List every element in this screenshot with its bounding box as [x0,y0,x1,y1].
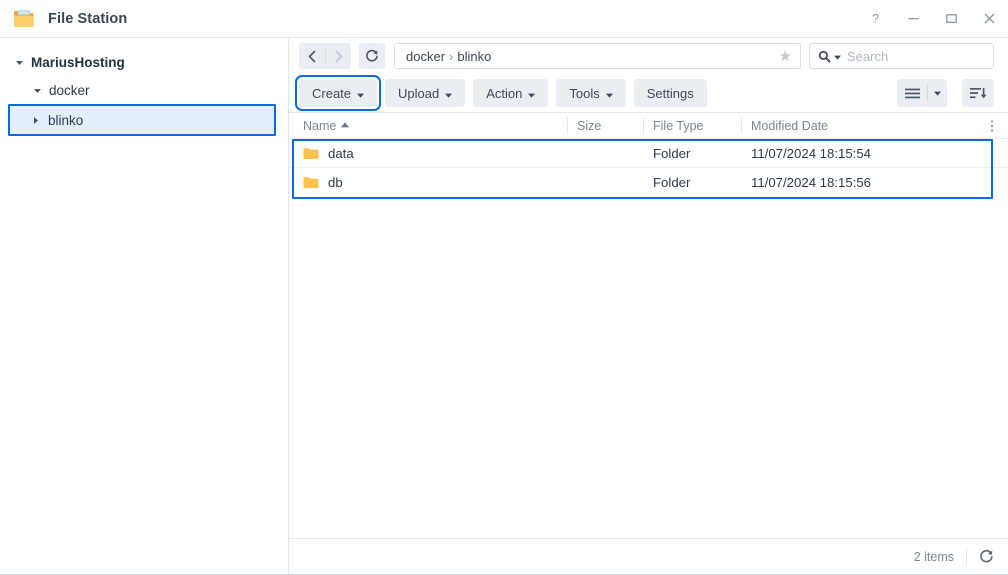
breadcrumb-separator: › [449,48,454,64]
settings-button[interactable]: Settings [633,79,707,107]
item-count-label: 2 items [913,549,954,564]
status-refresh-icon[interactable] [979,549,994,564]
row-file-type-cell: Folder [653,145,691,161]
title-bar: File Station ? [0,0,1008,38]
folder-icon [303,176,319,189]
column-header-file-type[interactable]: File Type [643,113,741,138]
row-size-cell [567,168,643,197]
window-controls: ? [856,0,1008,37]
row-modified-date-cell: 11/07/2024 18:15:56 [751,175,872,190]
action-button[interactable]: Action [473,79,549,107]
tools-button-label: Tools [569,85,600,101]
back-button[interactable] [299,43,325,69]
sort-descending-icon[interactable] [962,79,994,107]
file-list: Name Size File Type Modified Date data F… [289,112,1008,538]
row-modified-date-cell: 11/07/2024 18:15:54 [751,145,872,161]
main-panel: docker › blinko ★ Search Create Upload A… [289,38,1008,574]
breadcrumb-part-blinko[interactable]: blinko [457,49,491,64]
close-button[interactable] [970,0,1008,38]
svg-text:?: ? [872,12,879,25]
action-button-label: Action [486,85,523,101]
chevron-down-icon[interactable] [30,86,44,95]
breadcrumb-path-bar[interactable]: docker › blinko ★ [394,43,801,69]
tools-button[interactable]: Tools [556,79,626,107]
row-name-cell: data [303,139,567,167]
favorite-star-icon[interactable]: ★ [771,49,792,64]
magnifier-icon[interactable] [818,50,831,63]
sort-ascending-icon [341,121,350,130]
settings-button-label: Settings [646,85,694,101]
forward-button [325,43,351,69]
column-header-file-type-label: File Type [653,118,704,133]
navigation-toolbar: docker › blinko ★ Search [289,38,1008,74]
action-toolbar: Create Upload Action Tools Settings [289,74,1008,112]
sidebar-item-label: docker [49,82,90,98]
row-name-label: db [328,175,343,190]
minimize-button[interactable] [894,0,932,38]
table-row[interactable]: db Folder 11/07/2024 18:15:56 [289,168,1008,197]
chevron-down-icon [605,86,613,101]
sidebar-tree: MariusHosting docker blinko [0,38,289,574]
view-mode-group [897,79,947,107]
upload-button[interactable]: Upload [385,79,466,107]
app-title: File Station [48,10,128,27]
upload-button-label: Upload [398,85,440,101]
file-rows-area: data Folder 11/07/2024 18:15:54 db Folde… [289,139,1008,538]
column-header-name-label: Name [303,118,337,133]
file-list-header: Name Size File Type Modified Date [289,112,1008,139]
help-button[interactable]: ? [856,0,894,38]
breadcrumb: docker › blinko [406,49,491,64]
row-name-label: data [328,145,354,161]
status-bar: 2 items [289,538,1008,574]
sidebar-item-label: MariusHosting [31,54,125,70]
table-row[interactable]: data Folder 11/07/2024 18:15:54 [289,139,1008,168]
nav-button-group [299,43,351,69]
row-size-cell [567,139,643,167]
row-file-type-cell: Folder [653,175,691,190]
maximize-button[interactable] [932,0,970,38]
file-station-window: File Station ? MariusHosting docker blin… [0,0,1008,575]
folder-open-icon [12,8,38,30]
refresh-button[interactable] [359,43,385,69]
status-divider [966,548,967,565]
chevron-down-icon [528,86,536,101]
window-body: MariusHosting docker blinko docker › bli… [0,38,1008,574]
list-view-icon[interactable] [897,79,927,107]
file-rows: data Folder 11/07/2024 18:15:54 db Folde… [289,139,1008,197]
column-header-modified-date-label: Modified Date [751,118,829,133]
sidebar-item-docker[interactable]: docker [0,76,288,104]
sidebar-item-blinko[interactable]: blinko [8,104,276,136]
breadcrumb-part-docker[interactable]: docker [406,49,445,64]
sidebar-item-label: blinko [48,112,84,128]
row-name-cell: db [303,168,567,197]
chevron-down-icon[interactable] [12,58,26,67]
create-button[interactable]: Create [294,75,382,111]
column-header-name[interactable]: Name [303,113,567,138]
chevron-down-icon [357,86,365,101]
search-options-caret-icon[interactable] [834,47,841,65]
create-button-label: Create [312,85,352,101]
folder-icon [303,147,319,160]
column-header-size-label: Size [577,118,602,133]
view-mode-caret-icon[interactable] [927,79,947,107]
chevron-right-icon[interactable] [28,116,42,125]
search-input[interactable]: Search [809,43,994,69]
chevron-down-icon [445,86,453,101]
more-options-icon[interactable] [980,119,1004,133]
search-placeholder: Search [847,48,889,64]
column-header-size[interactable]: Size [567,113,643,138]
sidebar-item-mariushosting[interactable]: MariusHosting [0,48,288,76]
column-header-modified-date[interactable]: Modified Date [741,113,980,138]
